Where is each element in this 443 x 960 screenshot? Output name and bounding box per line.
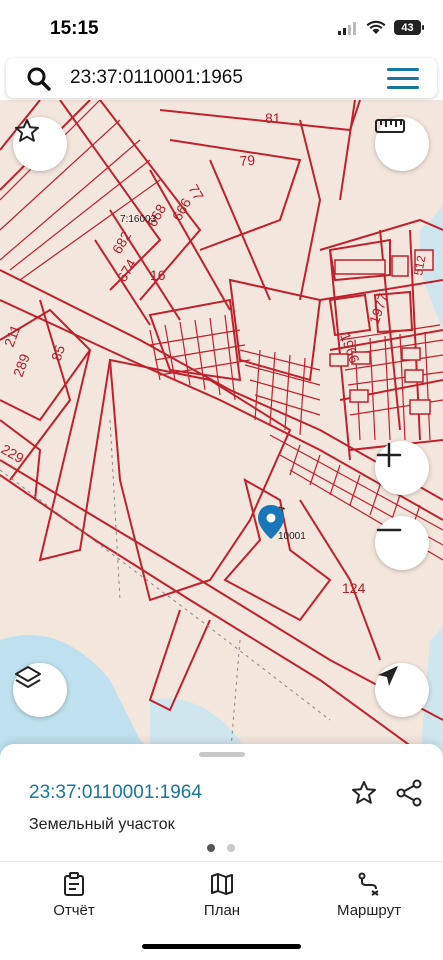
layers-icon [15,666,41,688]
map-canvas[interactable]: 81 79 77 666 668 7:16003 682 674 16 211 … [0,100,443,760]
star-icon [15,119,39,142]
favorite-star-icon[interactable] [350,779,378,807]
battery-icon: 43 [394,20,424,35]
page-indicator [207,844,235,852]
layers-button[interactable] [13,663,67,717]
home-indicator[interactable] [142,944,301,949]
signal-icon [338,21,356,35]
status-bar: 15:15 43 [0,0,443,56]
parcel-cadastral-number[interactable]: 23:37:0110001:1964 [29,782,202,804]
minus-icon [376,528,402,532]
parcel-label: 124 [342,580,366,596]
plus-icon [376,442,402,468]
favorite-map-button[interactable] [13,117,67,171]
menu-icon[interactable] [387,68,419,90]
parcel-label: 10001 [278,531,306,542]
parcel-label: 682 [109,228,135,256]
tab-report[interactable]: Отчёт [42,872,106,919]
status-time: 15:15 [50,18,99,39]
parcel-label: 79 [239,152,256,169]
share-icon[interactable] [395,779,423,807]
tab-plan[interactable]: План [190,872,254,919]
sheet-drag-handle[interactable] [199,752,245,757]
parcel-label: 85 [48,343,68,363]
page-dot [227,844,235,852]
parcel-label: 7:16003 [120,214,157,225]
navigation-arrow-icon [378,666,398,686]
tab-plan-label: План [203,902,241,919]
parcel-type: Земельный участок [29,816,175,833]
search-bar[interactable]: 23:37:0110001:1965 [6,58,437,98]
bottom-tab-bar: Отчёт План Маршрут [0,862,443,932]
my-location-button[interactable] [375,663,429,717]
tab-route-label: Маршрут [337,902,401,919]
ruler-button[interactable] [375,117,429,171]
parcel-label: 16 [150,267,166,283]
tab-route[interactable]: Маршрут [330,872,408,919]
zoom-in-button[interactable] [375,441,429,495]
page-dot-active [207,844,215,852]
cadastral-map[interactable]: 81 79 77 666 668 7:16003 682 674 16 211 … [0,100,443,760]
parcel-label: 77 [185,182,207,204]
parcel-label: 674 [114,256,140,284]
wifi-icon [366,20,386,34]
zoom-out-button[interactable] [375,516,429,570]
parcel-label: 289 [10,351,33,379]
map-icon [211,873,233,895]
clipboard-icon [64,872,84,896]
route-icon [358,872,379,896]
search-icon[interactable] [26,66,52,92]
status-icons: 43 [338,20,424,35]
search-input[interactable]: 23:37:0110001:1965 [70,67,243,89]
tab-report-label: Отчёт [53,902,95,919]
ruler-icon [375,119,405,133]
parcel-label: 81 [265,110,281,126]
parcel-label: 211 [1,322,24,349]
